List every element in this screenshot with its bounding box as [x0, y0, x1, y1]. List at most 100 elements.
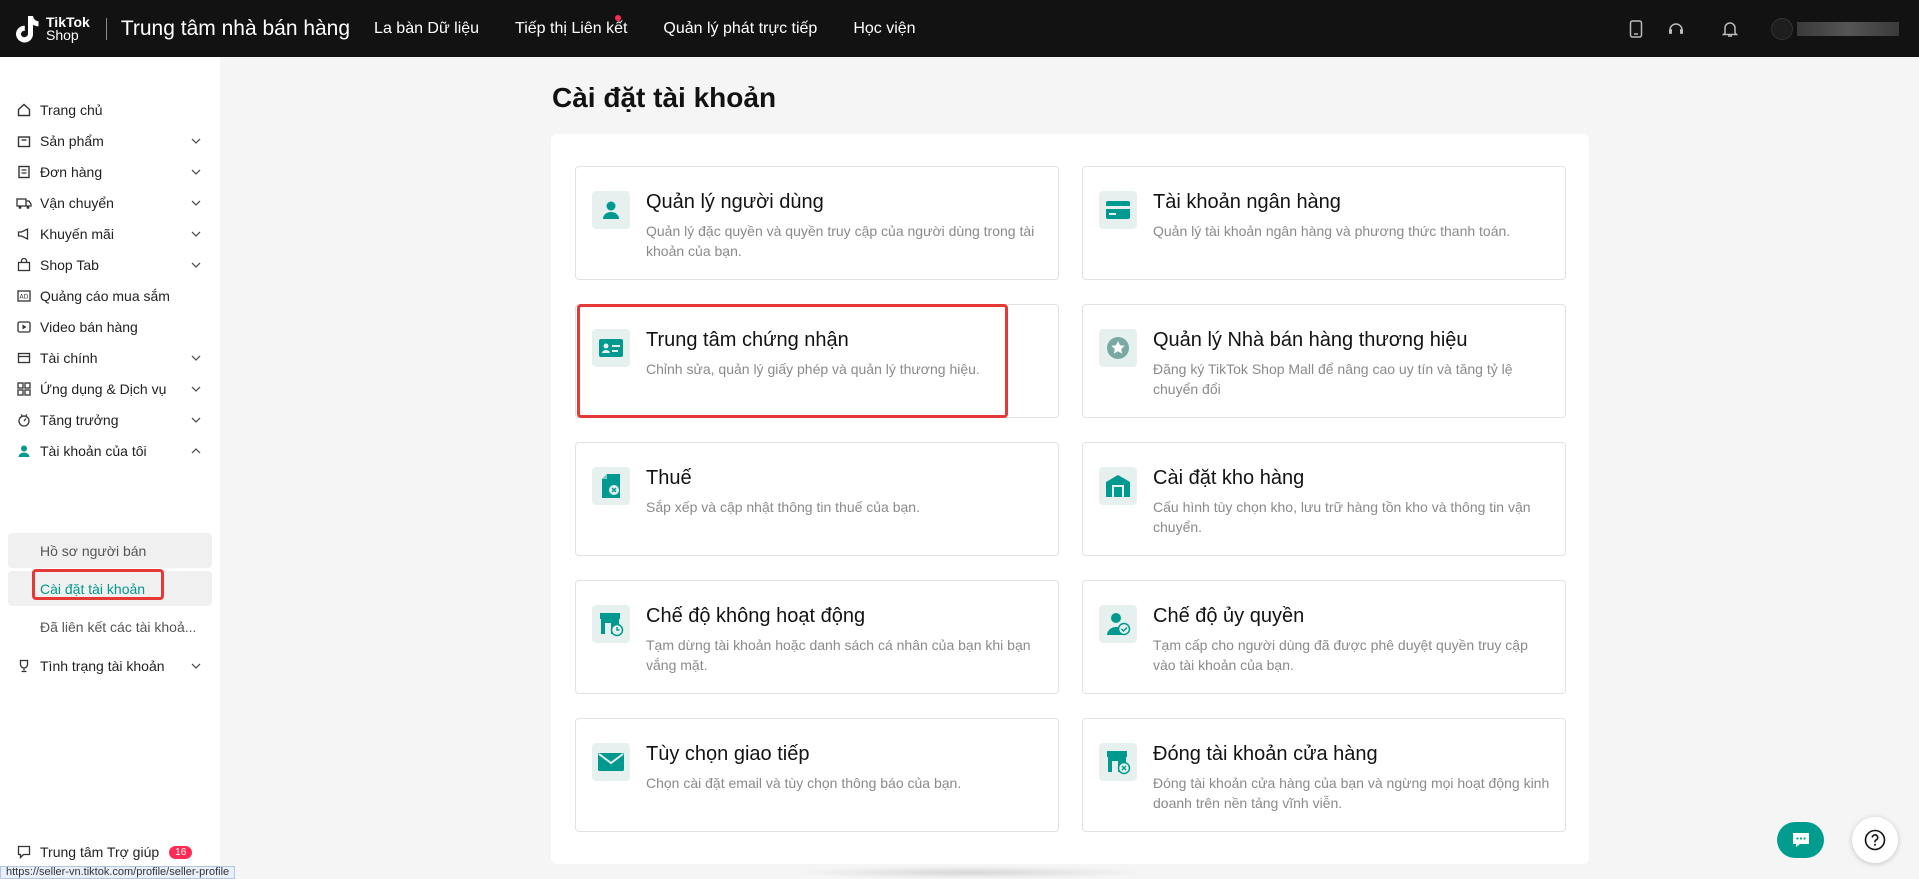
brand-star-icon	[1099, 329, 1137, 367]
sidebar-item-label: Vận chuyển	[40, 195, 114, 211]
mail-icon	[592, 743, 630, 781]
chevron-down-icon	[191, 417, 201, 423]
sidebar-sub-linked-accounts[interactable]: Đã liên kết các tài khoả...	[8, 609, 212, 644]
sidebar-item-promotions[interactable]: Khuyến mãi	[0, 217, 220, 251]
card-brand-seller-management[interactable]: Quản lý Nhà bán hàng thương hiệu Đăng ký…	[1082, 304, 1566, 418]
card-title: Chế độ không hoạt động	[646, 605, 866, 627]
top-bar: TikTok Shop Trung tâm nhà bán hàng La bà…	[0, 0, 1919, 57]
card-title: Quản lý Nhà bán hàng thương hiệu	[1153, 329, 1468, 351]
sidebar-item-label: Tài khoản của tôi	[40, 443, 147, 459]
bell-icon[interactable]	[1719, 18, 1741, 40]
chevron-down-icon	[191, 386, 201, 392]
top-nav: La bàn Dữ liệu Tiếp thị Liên kết Quản lý…	[374, 14, 952, 38]
sidebar-item-apps-services[interactable]: Ứng dụng & Dịch vụ	[0, 372, 220, 406]
help-count-badge: 16	[169, 845, 193, 859]
product-icon	[16, 133, 32, 149]
card-desc: Tạm cấp cho người dùng đã được phê duyệt…	[1153, 637, 1528, 673]
sidebar-item-sales-video[interactable]: Video bán hàng	[0, 310, 220, 344]
nav-data-compass[interactable]: La bàn Dữ liệu	[374, 20, 479, 38]
sidebar-item-shipping[interactable]: Vận chuyển	[0, 186, 220, 220]
svg-text:AD: AD	[20, 294, 29, 301]
chevron-down-icon	[191, 200, 201, 206]
wallet-icon	[16, 350, 32, 366]
user-icon	[16, 443, 32, 459]
card-certification-center[interactable]: Trung tâm chứng nhận Chỉnh sửa, quản lý …	[575, 304, 1059, 418]
card-inactive-mode[interactable]: Chế độ không hoạt động Tạm dừng tài khoả…	[575, 580, 1059, 694]
card-title: Thuế	[646, 467, 692, 489]
sidebar-item-label: Đơn hàng	[40, 164, 103, 180]
card-communication-preferences[interactable]: Tùy chọn giao tiếp Chọn cài đặt email và…	[575, 718, 1059, 832]
sidebar-item-shop-tab[interactable]: Shop Tab	[0, 248, 220, 282]
card-title: Trung tâm chứng nhận	[646, 329, 849, 351]
sidebar-item-my-account[interactable]: Tài khoản của tôi	[0, 434, 220, 468]
sidebar-item-label: Sản phẩm	[40, 133, 104, 149]
apps-icon	[16, 381, 32, 397]
sidebar-item-label: Trang chủ	[40, 102, 103, 118]
status-bar-url: https://seller-vn.tiktok.com/profile/sel…	[0, 866, 236, 879]
nav-live-management[interactable]: Quản lý phát trực tiếp	[663, 20, 817, 38]
shop-bag-icon	[16, 257, 32, 273]
store-clock-icon	[592, 605, 630, 643]
headset-icon[interactable]	[1665, 18, 1687, 40]
video-icon	[16, 319, 32, 335]
chevron-up-icon	[191, 448, 201, 454]
app-title[interactable]: Trung tâm nhà bán hàng	[121, 17, 350, 41]
chevron-down-icon	[191, 169, 201, 175]
sidebar-item-label: Tăng trưởng	[40, 412, 119, 428]
card-warehouse-settings[interactable]: Cài đặt kho hàng Cấu hình tùy chọn kho, …	[1082, 442, 1566, 556]
nav-affiliate-marketing[interactable]: Tiếp thị Liên kết	[515, 14, 628, 38]
card-tax[interactable]: Thuế Sắp xếp và cập nhật thông tin thuế …	[575, 442, 1059, 556]
sidebar-item-finance[interactable]: Tài chính	[0, 341, 220, 375]
card-close-store-account[interactable]: Đóng tài khoản cửa hàng Đóng tài khoản c…	[1082, 718, 1566, 832]
card-desc: Quản lý đặc quyền và quyền truy cập của …	[646, 223, 1035, 259]
card-desc: Quản lý tài khoản ngân hàng và phương th…	[1153, 223, 1511, 239]
order-icon	[16, 164, 32, 180]
card-bank-account[interactable]: Tài khoản ngân hàng Quản lý tài khoản ng…	[1082, 166, 1566, 280]
card-desc: Đóng tài khoản cửa hàng của bạn và ngừng…	[1153, 775, 1550, 811]
sidebar-item-label: Ứng dụng & Dịch vụ	[40, 381, 167, 397]
tiktok-logo-icon	[14, 14, 40, 44]
card-title: Tài khoản ngân hàng	[1153, 191, 1341, 213]
ad-icon: AD	[16, 288, 32, 304]
card-title: Tùy chọn giao tiếp	[646, 743, 810, 765]
sidebar-sub-account-settings[interactable]: Cài đặt tài khoản	[8, 571, 212, 606]
sidebar: Trang chủ Sản phẩm Đơn hàng Vận chuyển K…	[0, 57, 220, 879]
logo-text-line2: Shop	[46, 26, 79, 43]
card-desc: Sắp xếp và cập nhật thông tin thuế của b…	[646, 499, 920, 515]
chevron-down-icon	[191, 663, 201, 669]
phone-icon[interactable]	[1625, 18, 1647, 40]
card-user-management[interactable]: Quản lý người dùng Quản lý đặc quyền và …	[575, 166, 1059, 280]
sidebar-item-orders[interactable]: Đơn hàng	[0, 155, 220, 189]
chevron-down-icon	[191, 231, 201, 237]
chevron-down-icon	[191, 138, 201, 144]
sidebar-help-center[interactable]: Trung tâm Trợ giúp 16	[0, 835, 220, 869]
sidebar-sub-seller-profile[interactable]: Hồ sơ người bán	[8, 533, 212, 568]
notification-dot	[615, 14, 622, 21]
card-title: Cài đặt kho hàng	[1153, 467, 1305, 489]
sidebar-item-home[interactable]: Trang chủ	[0, 93, 220, 127]
account-name-redacted[interactable]	[1797, 21, 1899, 36]
avatar[interactable]	[1771, 17, 1793, 40]
help-chat-icon	[16, 844, 32, 860]
card-desc: Chọn cài đặt email và tùy chọn thông báo…	[646, 775, 962, 791]
sidebar-item-shopping-ads[interactable]: AD Quảng cáo mua sắm	[0, 279, 220, 313]
chat-button[interactable]	[1777, 822, 1824, 858]
sidebar-item-growth[interactable]: Tăng trưởng	[0, 403, 220, 437]
sidebar-item-label: Video bán hàng	[40, 319, 138, 335]
sidebar-item-products[interactable]: Sản phẩm	[0, 124, 220, 158]
card-desc: Cấu hình tùy chọn kho, lưu trữ hàng tồn …	[1153, 499, 1531, 535]
tiktok-shop-logo[interactable]: TikTok Shop	[14, 14, 90, 44]
nav-academy[interactable]: Học viện	[853, 20, 915, 38]
sidebar-item-account-status[interactable]: Tình trạng tài khoản	[0, 649, 220, 683]
sidebar-item-label: Tài chính	[40, 350, 98, 366]
growth-icon	[16, 412, 32, 428]
logo-divider	[105, 17, 107, 40]
tax-document-icon	[592, 467, 630, 505]
help-center-label: Trung tâm Trợ giúp	[40, 844, 160, 860]
help-button[interactable]	[1852, 817, 1898, 863]
card-desc: Tạm dừng tài khoản hoặc danh sách cá nhâ…	[646, 637, 1031, 673]
card-delegation-mode[interactable]: Chế độ ủy quyền Tạm cấp cho người dùng đ…	[1082, 580, 1566, 694]
nav-affiliate-label: Tiếp thị Liên kết	[515, 19, 628, 37]
card-desc: Đăng ký TikTok Shop Mall để nâng cao uy …	[1153, 361, 1513, 397]
store-close-icon	[1099, 743, 1137, 781]
